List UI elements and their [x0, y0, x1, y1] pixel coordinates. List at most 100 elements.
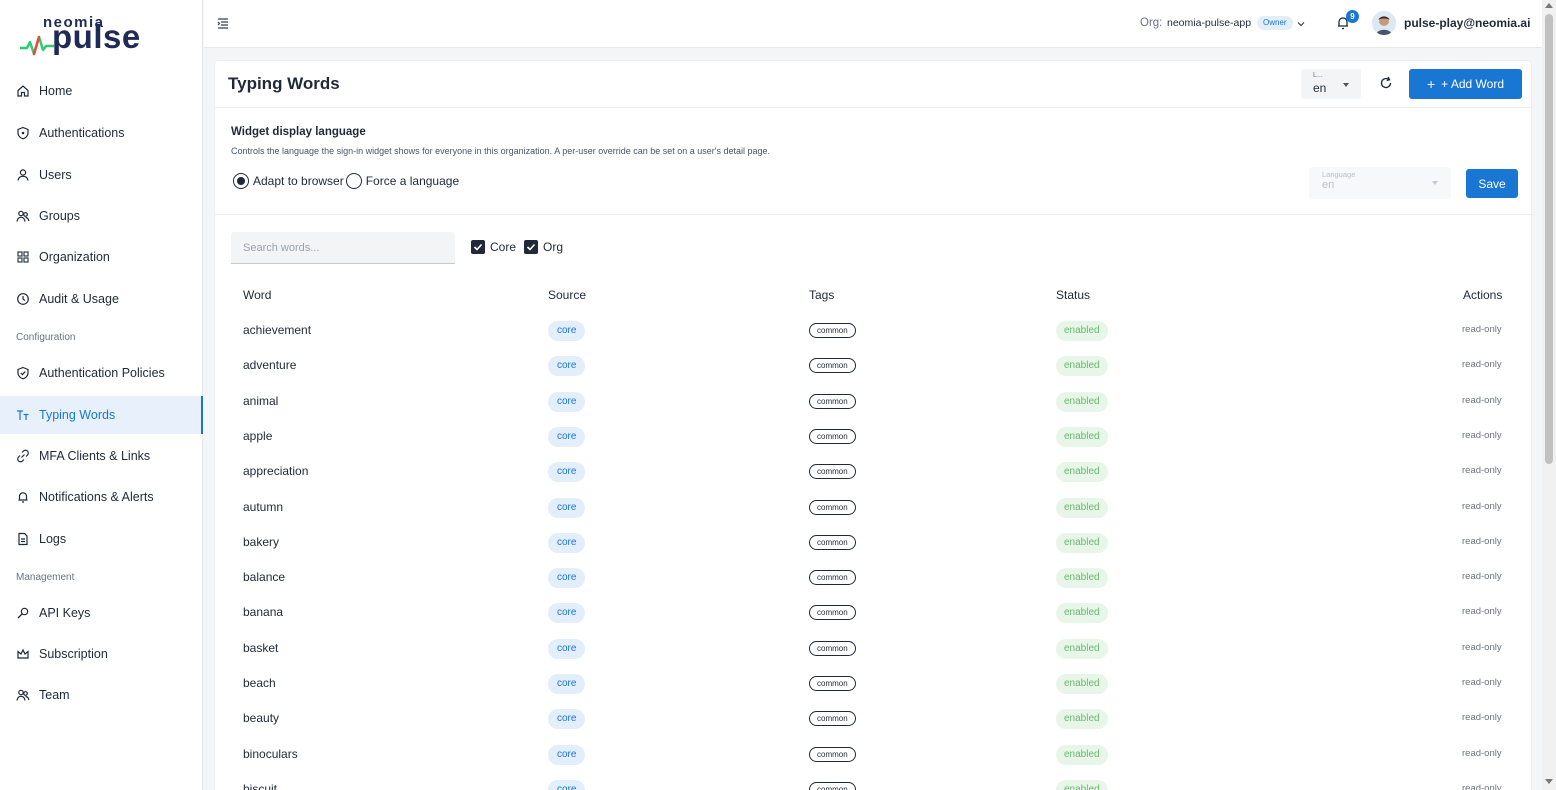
card-header: Typing Words L... en + + Add Word: [215, 61, 1533, 108]
sidebar-item-notifications[interactable]: Notifications & Alerts: [0, 478, 203, 516]
sidebar-item-label: Logs: [39, 532, 67, 546]
adapt-browser-label[interactable]: Adapt to browser: [253, 174, 344, 188]
sidebar-item-label: Audit & Usage: [39, 292, 119, 306]
sidebar-item-typing-words[interactable]: Typing Words: [0, 396, 203, 434]
tag-chip: common: [809, 499, 856, 515]
checkmark-icon: [526, 243, 536, 251]
sidebar-item-label: Authentications: [39, 126, 125, 140]
tag-chip: common: [809, 746, 856, 762]
sidebar-item-audit-usage[interactable]: Audit & Usage: [0, 280, 203, 318]
org-name[interactable]: neomia-pulse-app: [1167, 17, 1251, 29]
sidebar-item-subscription[interactable]: Subscription: [0, 635, 203, 673]
top-bar: Org: neomia-pulse-app Owner 9 pulse-play…: [204, 0, 1542, 48]
table-row[interactable]: beach core common enabled read-only: [215, 667, 1533, 702]
sidebar-item-authentication-policies[interactable]: Authentication Policies: [0, 354, 203, 392]
tag-chip: common: [809, 711, 856, 727]
refresh-icon[interactable]: [1378, 75, 1394, 91]
table-row[interactable]: balance core common enabled read-only: [215, 561, 1533, 596]
page-scrollbar[interactable]: [1542, 0, 1556, 790]
table-row[interactable]: beauty core common enabled read-only: [215, 702, 1533, 737]
grid-icon: [16, 250, 30, 264]
source-chip: core: [548, 532, 586, 553]
word-cell: binoculars: [243, 746, 298, 761]
source-chip: core: [548, 638, 586, 659]
force-language-radio[interactable]: [345, 173, 362, 189]
core-checkbox-label[interactable]: Core: [490, 240, 516, 254]
table-row[interactable]: animal core common enabled read-only: [215, 385, 1533, 420]
sidebar-item-label: Team: [39, 688, 70, 702]
status-badge: enabled: [1056, 709, 1108, 730]
add-word-button[interactable]: + + Add Word: [1409, 69, 1522, 99]
source-chip: core: [548, 709, 586, 730]
source-chip: core: [548, 462, 586, 483]
org-checkbox[interactable]: [524, 240, 539, 254]
word-cell: basket: [243, 640, 279, 655]
table-row[interactable]: achievement core common enabled read-only: [215, 314, 1533, 349]
force-language-label[interactable]: Force a language: [366, 174, 459, 188]
table-row[interactable]: appreciation core common enabled read-only: [215, 455, 1533, 490]
source-chip: core: [548, 744, 586, 765]
sidebar-item-team[interactable]: Team: [0, 676, 203, 714]
language-select[interactable]: L... en: [1301, 69, 1361, 99]
adapt-browser-radio[interactable]: [233, 173, 249, 189]
action-cell: read-only: [1462, 782, 1502, 790]
neomia-pulse-logo[interactable]: neomia pulse: [20, 14, 145, 58]
chevron-down-icon[interactable]: [1296, 17, 1306, 32]
status-badge: enabled: [1056, 391, 1108, 412]
menu-collapse-icon[interactable]: [216, 16, 230, 30]
column-header-status: Status: [1056, 288, 1091, 302]
table-row[interactable]: binoculars core common enabled read-only: [215, 738, 1533, 773]
sidebar-item-label: Home: [39, 84, 73, 98]
sidebar-item-api-keys[interactable]: API Keys: [0, 594, 203, 632]
avatar[interactable]: [1372, 11, 1396, 35]
sidebar-item-label: Groups: [39, 209, 80, 223]
sidebar-item-users[interactable]: Users: [0, 156, 203, 194]
word-cell: autumn: [243, 499, 284, 514]
action-cell: read-only: [1462, 429, 1502, 441]
search-words-input[interactable]: [231, 232, 455, 264]
sidebar-item-label: Notifications & Alerts: [39, 490, 154, 504]
status-badge: enabled: [1056, 674, 1108, 694]
user-email[interactable]: pulse-play@neomia.ai: [1404, 16, 1530, 30]
action-cell: read-only: [1462, 571, 1502, 583]
word-cell: beach: [243, 676, 276, 690]
table-row[interactable]: apple core common enabled read-only: [215, 420, 1533, 455]
sidebar-item-logs[interactable]: Logs: [0, 520, 203, 558]
table-row[interactable]: biscuit core common enabled read-only: [215, 773, 1533, 790]
page-title: Typing Words: [228, 74, 340, 93]
tag-chip: common: [809, 428, 856, 444]
sidebar-item-label: Typing Words: [39, 408, 116, 422]
scroll-up-arrow-icon[interactable]: [1545, 3, 1553, 8]
tag-chip: common: [809, 781, 856, 790]
table-row[interactable]: autumn core common enabled read-only: [215, 491, 1533, 526]
settings-title: Widget display language: [231, 126, 366, 138]
table-row[interactable]: bakery core common enabled read-only: [215, 526, 1533, 561]
core-checkbox[interactable]: [471, 240, 485, 254]
sidebar-item-groups[interactable]: Groups: [0, 197, 203, 235]
word-cell: appreciation: [243, 464, 309, 479]
org-checkbox-label[interactable]: Org: [543, 240, 563, 254]
sidebar-item-home[interactable]: Home: [0, 72, 203, 110]
source-chip: core: [548, 674, 586, 694]
sidebar-item-organization[interactable]: Organization: [0, 238, 203, 276]
table-row[interactable]: basket core common enabled read-only: [215, 632, 1533, 667]
scrollbar-thumb[interactable]: [1545, 14, 1553, 464]
sidebar-item-mfa-clients[interactable]: MFA Clients & Links: [0, 437, 203, 475]
widget-language-value: en: [1322, 179, 1335, 191]
table-row[interactable]: adventure core common enabled read-only: [215, 349, 1533, 384]
tag-chip: common: [809, 534, 856, 550]
users-icon: [16, 209, 30, 223]
action-cell: read-only: [1462, 712, 1502, 724]
save-button[interactable]: Save: [1466, 169, 1518, 198]
section-configuration: Configuration: [16, 332, 76, 343]
word-cell: balance: [243, 570, 286, 585]
word-cell: apple: [243, 428, 273, 443]
tag-chip: common: [809, 640, 856, 656]
sidebar-item-authentications[interactable]: Authentications: [0, 114, 203, 152]
action-cell: read-only: [1462, 500, 1502, 512]
source-chip: core: [548, 321, 586, 341]
section-management: Management: [16, 572, 75, 583]
table-row[interactable]: banana core common enabled read-only: [215, 596, 1533, 631]
status-badge: enabled: [1056, 356, 1108, 377]
scroll-down-arrow-icon[interactable]: [1545, 779, 1553, 784]
